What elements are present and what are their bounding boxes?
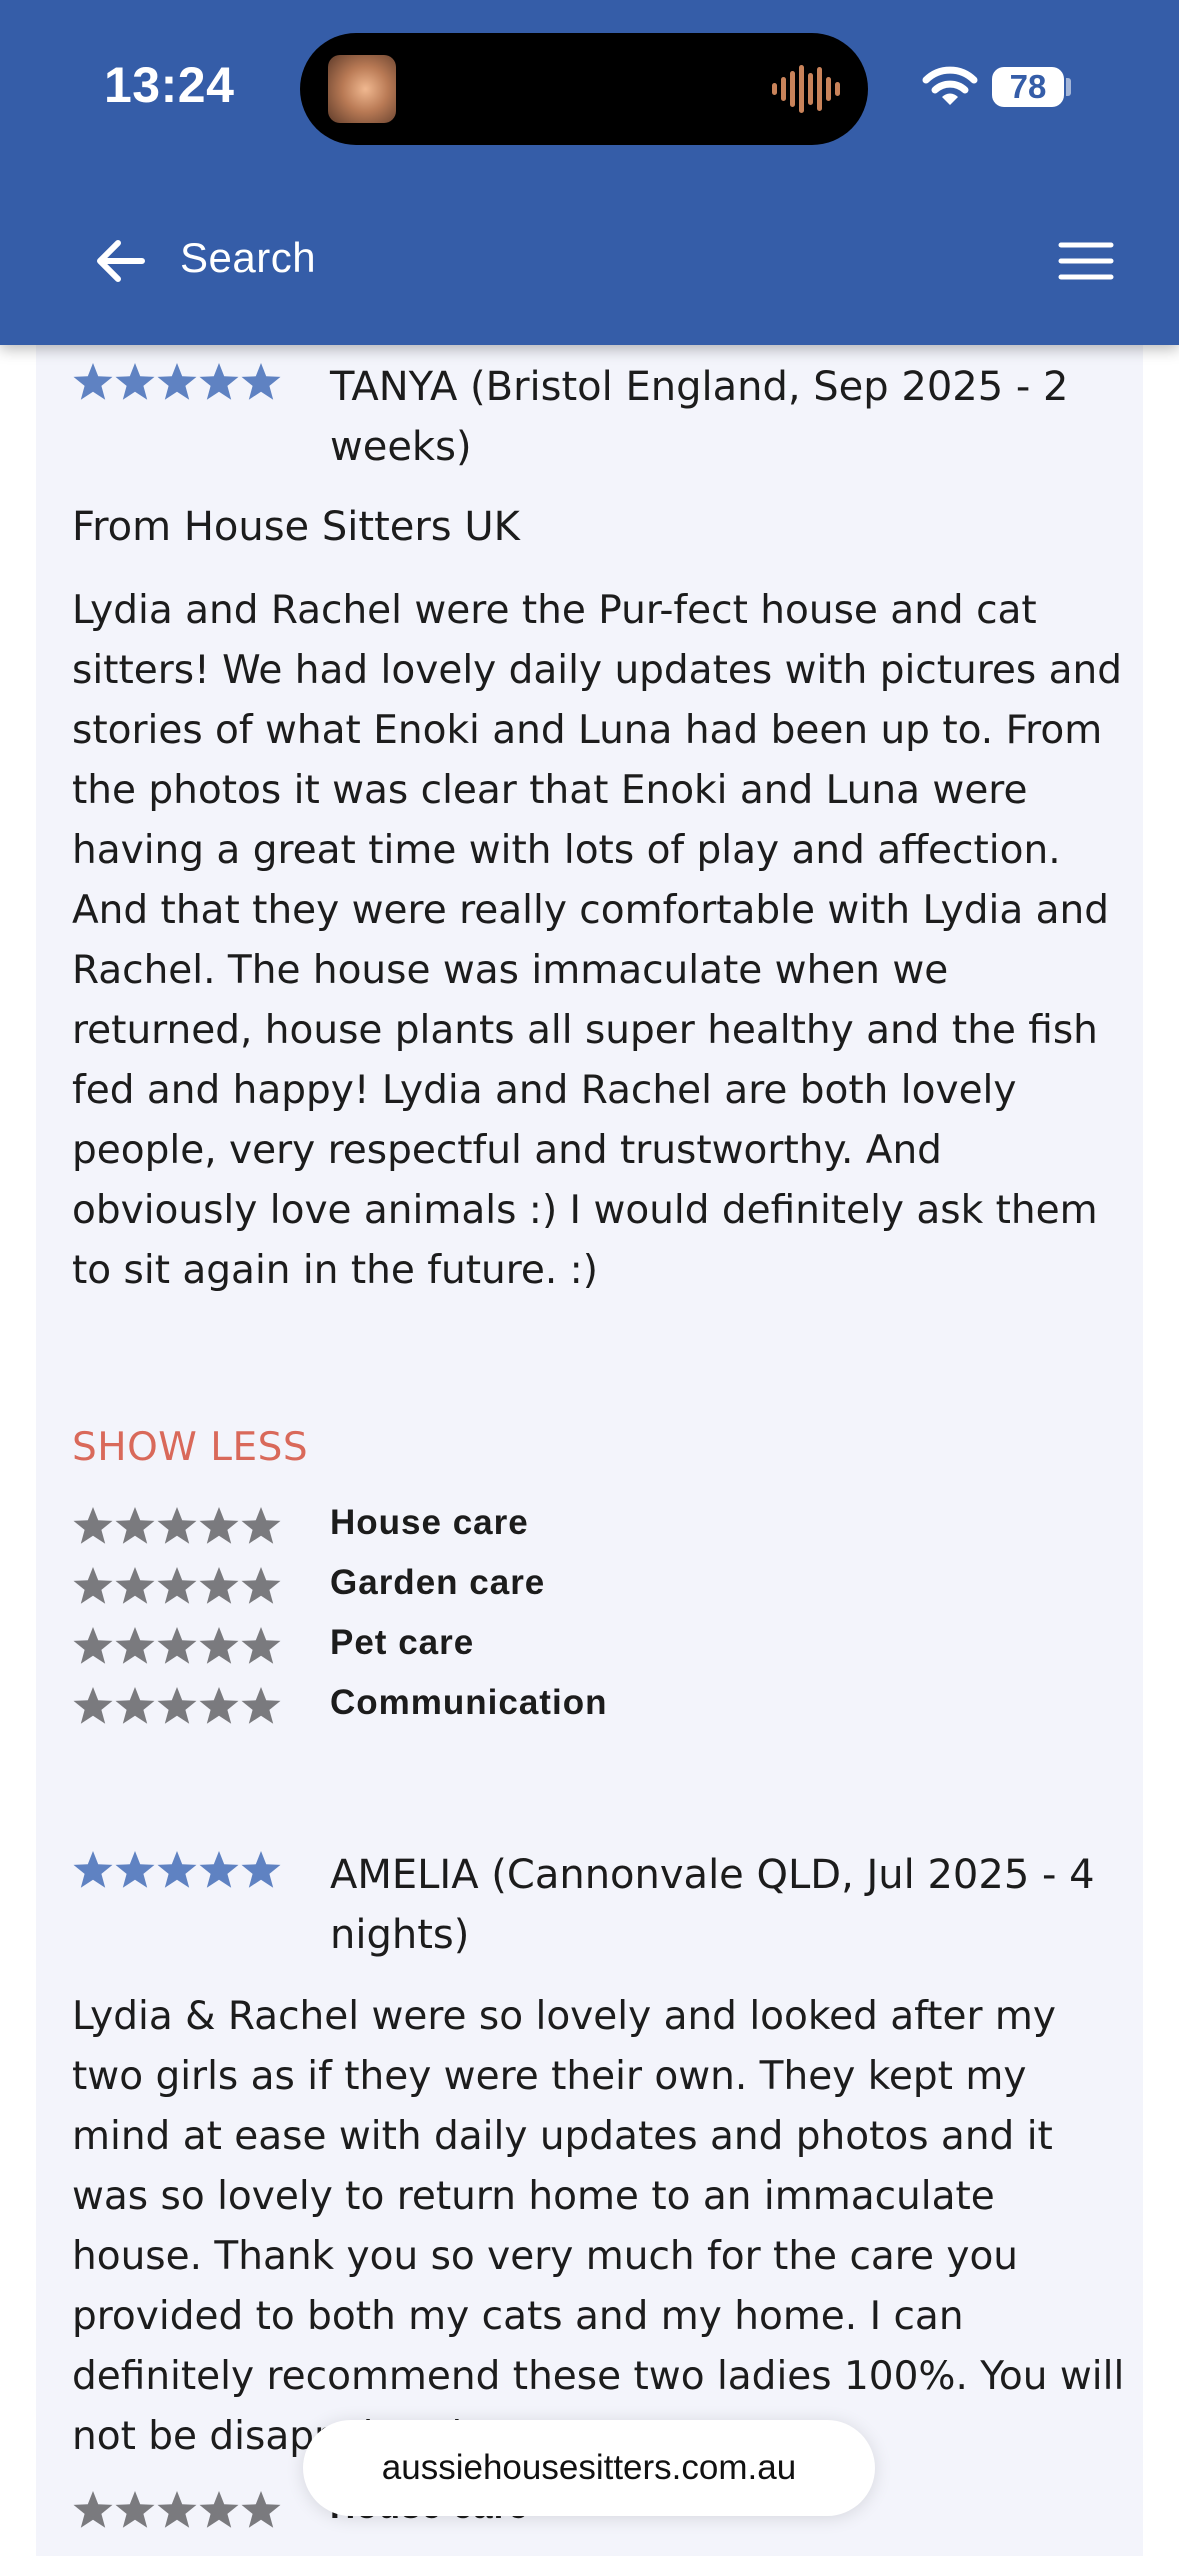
star-icon (199, 1627, 239, 1664)
menu-button[interactable] (1046, 226, 1126, 296)
reviewer-name: AMELIA (Cannonvale QLD, Jul 2025 - 4 nig… (330, 1852, 1095, 1958)
rating-label: House care (330, 1503, 529, 1542)
rating-label: Garden care (330, 1563, 546, 1602)
rating-stars (72, 2489, 282, 2531)
star-icon (73, 1507, 113, 1544)
star-icon (157, 1851, 197, 1888)
battery-indicator: 78 (992, 67, 1064, 107)
rating-label: Communication (330, 1683, 608, 1722)
star-icon (157, 1687, 197, 1724)
star-icon (115, 2491, 155, 2528)
review-stars (72, 361, 282, 403)
rating-stars (72, 1625, 282, 1667)
star-icon (73, 1851, 113, 1888)
star-icon (115, 1687, 155, 1724)
star-icon (199, 363, 239, 400)
battery-nub (1066, 78, 1071, 96)
star-icon (199, 2491, 239, 2528)
audio-waveform-icon (772, 65, 840, 113)
arrow-left-icon (97, 240, 145, 282)
star-icon (157, 1507, 197, 1544)
star-icon (73, 2491, 113, 2528)
star-icon (115, 1507, 155, 1544)
star-icon (157, 363, 197, 400)
star-icon (157, 1567, 197, 1604)
review-body: Lydia and Rachel were the Pur-fect house… (72, 588, 1123, 1293)
star-icon (115, 1851, 155, 1888)
review-body: Lydia & Rachel were so lovely and looked… (72, 1994, 1125, 2459)
url-bar[interactable]: aussiehousesitters.com.au (303, 2420, 875, 2516)
review-stars (72, 1849, 282, 1891)
rating-stars (72, 1565, 282, 1607)
star-icon (157, 1627, 197, 1664)
star-icon (241, 1851, 281, 1888)
show-less-link[interactable]: SHOW LESS (72, 1425, 308, 1470)
header-title: Search (180, 234, 317, 281)
star-icon (73, 1567, 113, 1604)
wifi-icon (922, 66, 978, 105)
reviews-card: TANYA (Bristol England, Sep 2025 - 2 wee… (36, 345, 1143, 2556)
top-bar: 13:24 78 Search (0, 0, 1179, 345)
star-icon (115, 1567, 155, 1604)
dynamic-island (300, 33, 868, 145)
back-button[interactable] (82, 218, 158, 304)
star-icon (73, 363, 113, 400)
star-icon (199, 1507, 239, 1544)
rating-stars (72, 1505, 282, 1547)
rating-stars (72, 1685, 282, 1727)
star-icon (157, 2491, 197, 2528)
star-icon (199, 1687, 239, 1724)
star-icon (241, 363, 281, 400)
rating-row: Communication (36, 1677, 1143, 1737)
star-icon (241, 1627, 281, 1664)
star-icon (115, 1627, 155, 1664)
star-icon (241, 1567, 281, 1604)
now-playing-artwork (328, 55, 396, 123)
star-icon (241, 2491, 281, 2528)
hamburger-menu-icon (1058, 242, 1114, 280)
review-source: From House Sitters UK (72, 504, 520, 550)
rating-row: Garden care (36, 1557, 1143, 1617)
rating-row: House care (36, 1497, 1143, 1557)
star-icon (241, 1507, 281, 1544)
rating-label: Pet care (330, 1623, 475, 1662)
star-icon (241, 1687, 281, 1724)
star-icon (199, 1851, 239, 1888)
star-icon (199, 1567, 239, 1604)
status-time: 13:24 (104, 57, 235, 113)
star-icon (73, 1627, 113, 1664)
star-icon (115, 363, 155, 400)
star-icon (73, 1687, 113, 1724)
reviewer-name: TANYA (Bristol England, Sep 2025 - 2 wee… (330, 364, 1069, 470)
rating-row: Pet care (36, 1617, 1143, 1677)
